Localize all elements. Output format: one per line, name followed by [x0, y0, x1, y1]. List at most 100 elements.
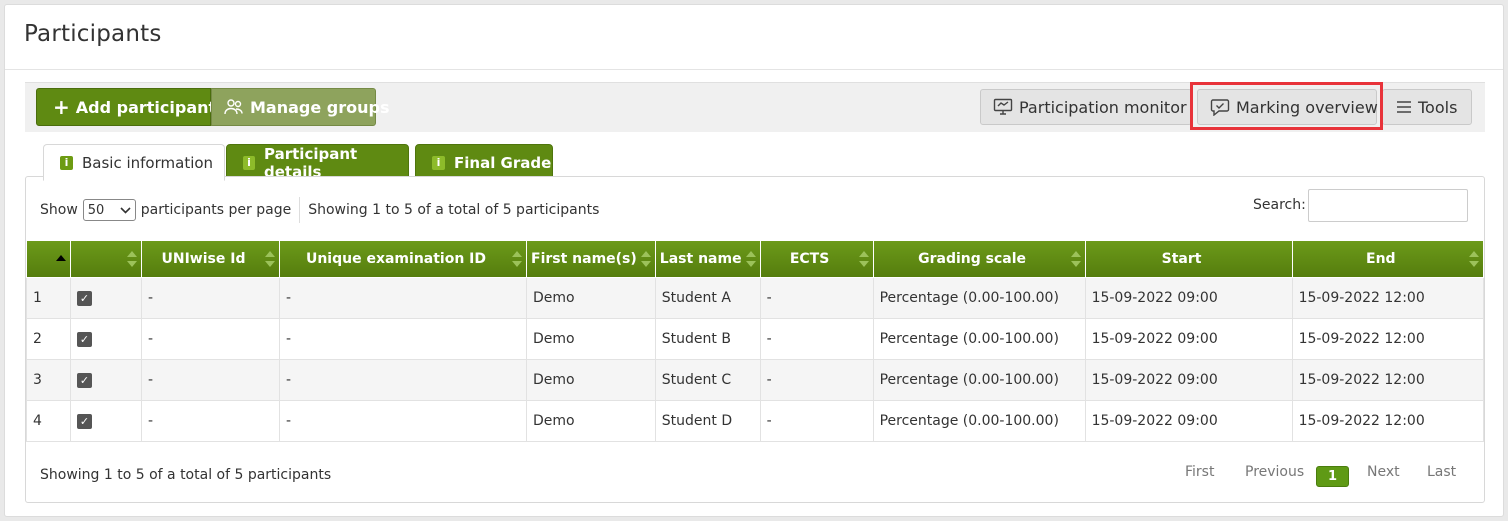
- col-label: Last name: [659, 250, 742, 267]
- tools-button[interactable]: Tools: [1382, 89, 1472, 125]
- table-row[interactable]: 2 ✓ - - Demo Student B - Percentage (0.0…: [26, 317, 1485, 360]
- col-header-first-name[interactable]: First name(s): [526, 241, 656, 278]
- participation-monitor-button[interactable]: Participation monitor: [980, 89, 1192, 125]
- search-label: Search:: [1253, 197, 1306, 213]
- show-label: Show: [40, 202, 78, 218]
- col-header-number[interactable]: [26, 241, 71, 278]
- col-label: ECTS: [789, 250, 830, 267]
- chevron-down-icon: [120, 203, 131, 218]
- row-checkbox-cell[interactable]: ✓: [70, 358, 142, 401]
- grading-scale-cell: Percentage (0.00-100.00): [872, 399, 1086, 442]
- sort-icon: [745, 251, 756, 267]
- monitor-icon: [993, 98, 1013, 116]
- last-name-cell: Student A: [654, 276, 761, 319]
- first-name-cell: Demo: [526, 317, 656, 360]
- showing-info-top: Showing 1 to 5 of a total of 5 participa…: [308, 202, 600, 218]
- uniwise-id-cell: -: [141, 276, 280, 319]
- start-cell: 15-09-2022 09:00: [1084, 399, 1293, 442]
- page-title: Participants: [24, 21, 162, 47]
- col-header-end[interactable]: End: [1291, 241, 1485, 278]
- plus-icon: +: [53, 95, 70, 119]
- col-header-last-name[interactable]: Last name: [654, 241, 761, 278]
- tab-label: Basic information: [82, 153, 214, 172]
- manage-groups-button[interactable]: Manage groups: [211, 88, 389, 126]
- per-page-select[interactable]: 50: [82, 199, 136, 221]
- col-header-ects[interactable]: ECTS: [759, 241, 874, 278]
- group-icon: [224, 98, 244, 116]
- info-icon: i: [60, 155, 73, 170]
- row-checkbox-cell[interactable]: ✓: [70, 399, 142, 442]
- sort-icon: [858, 251, 869, 267]
- ects-cell: -: [759, 276, 874, 319]
- uniwise-id-cell: -: [141, 317, 280, 360]
- row-number: 4: [26, 399, 71, 442]
- sort-icon: [127, 251, 137, 267]
- per-page-suffix: participants per page: [140, 202, 292, 218]
- checkbox-checked-icon[interactable]: ✓: [77, 413, 92, 429]
- first-name-cell: Demo: [526, 358, 656, 401]
- row-number: 3: [26, 358, 71, 401]
- toolbar: + Add participants Manage groups Partici…: [25, 82, 1485, 132]
- search-input[interactable]: [1308, 189, 1468, 222]
- end-cell: 15-09-2022 12:00: [1291, 276, 1485, 319]
- ects-cell: -: [759, 399, 874, 442]
- table-row[interactable]: 1 ✓ - - Demo Student A - Percentage (0.0…: [26, 276, 1485, 319]
- exam-id-cell: -: [279, 358, 527, 401]
- page-length-control: Show 50 participants per page Showing 1 …: [40, 197, 599, 223]
- ects-cell: -: [759, 358, 874, 401]
- grading-scale-cell: Percentage (0.00-100.00): [872, 317, 1086, 360]
- participants-table-container: Show 50 participants per page Showing 1 …: [25, 176, 1485, 503]
- table-row[interactable]: 4 ✓ - - Demo Student D - Percentage (0.0…: [26, 399, 1485, 442]
- last-name-cell: Student B: [654, 317, 761, 360]
- pagination-first[interactable]: First: [1185, 464, 1214, 480]
- pagination-current-page[interactable]: 1: [1316, 466, 1349, 487]
- start-cell: 15-09-2022 09:00: [1084, 276, 1293, 319]
- col-label: Unique examination ID: [305, 250, 487, 267]
- sort-icon: [512, 251, 522, 267]
- start-cell: 15-09-2022 09:00: [1084, 317, 1293, 360]
- uniwise-id-cell: -: [141, 399, 280, 442]
- row-number: 1: [26, 276, 71, 319]
- end-cell: 15-09-2022 12:00: [1291, 399, 1485, 442]
- row-checkbox-cell[interactable]: ✓: [70, 276, 142, 319]
- info-icon: i: [432, 155, 445, 170]
- add-participants-button[interactable]: + Add participants: [36, 88, 226, 126]
- first-name-cell: Demo: [526, 399, 656, 442]
- col-label: First name(s): [531, 250, 637, 267]
- col-header-start[interactable]: Start: [1084, 241, 1293, 278]
- row-checkbox-cell[interactable]: ✓: [70, 317, 142, 360]
- tab-basic-information[interactable]: i Basic information: [43, 144, 225, 181]
- col-header-grading-scale[interactable]: Grading scale: [872, 241, 1086, 278]
- end-cell: 15-09-2022 12:00: [1291, 358, 1485, 401]
- exam-id-cell: -: [279, 276, 527, 319]
- checkbox-checked-icon[interactable]: ✓: [77, 290, 92, 306]
- per-page-value: 50: [87, 202, 105, 218]
- sort-asc-icon: [56, 255, 66, 261]
- add-participants-label: Add participants: [75, 97, 226, 117]
- ects-cell: -: [759, 317, 874, 360]
- col-label: Start: [1161, 250, 1202, 267]
- tools-label: Tools: [1418, 97, 1458, 117]
- comment-check-icon: [1210, 98, 1230, 116]
- marking-overview-button[interactable]: Marking overview: [1197, 89, 1378, 125]
- last-name-cell: Student D: [654, 399, 761, 442]
- title-divider: [5, 69, 1503, 70]
- start-cell: 15-09-2022 09:00: [1084, 358, 1293, 401]
- sort-icon: [640, 251, 651, 267]
- col-header-select[interactable]: [70, 241, 142, 278]
- checkbox-checked-icon[interactable]: ✓: [77, 372, 92, 388]
- uniwise-id-cell: -: [141, 358, 280, 401]
- col-label: UNIwise Id: [161, 250, 246, 267]
- pagination-previous[interactable]: Previous: [1245, 464, 1304, 480]
- info-icon: i: [243, 155, 256, 170]
- col-header-uniwise-id[interactable]: UNIwise Id: [141, 241, 280, 278]
- pagination-next[interactable]: Next: [1367, 464, 1400, 480]
- manage-groups-label: Manage groups: [250, 97, 390, 117]
- pagination-last[interactable]: Last: [1427, 464, 1456, 480]
- first-name-cell: Demo: [526, 276, 656, 319]
- exam-id-cell: -: [279, 317, 527, 360]
- col-label: Grading scale: [918, 250, 1027, 267]
- checkbox-checked-icon[interactable]: ✓: [77, 331, 92, 347]
- col-header-exam-id[interactable]: Unique examination ID: [279, 241, 527, 278]
- table-row[interactable]: 3 ✓ - - Demo Student C - Percentage (0.0…: [26, 358, 1485, 401]
